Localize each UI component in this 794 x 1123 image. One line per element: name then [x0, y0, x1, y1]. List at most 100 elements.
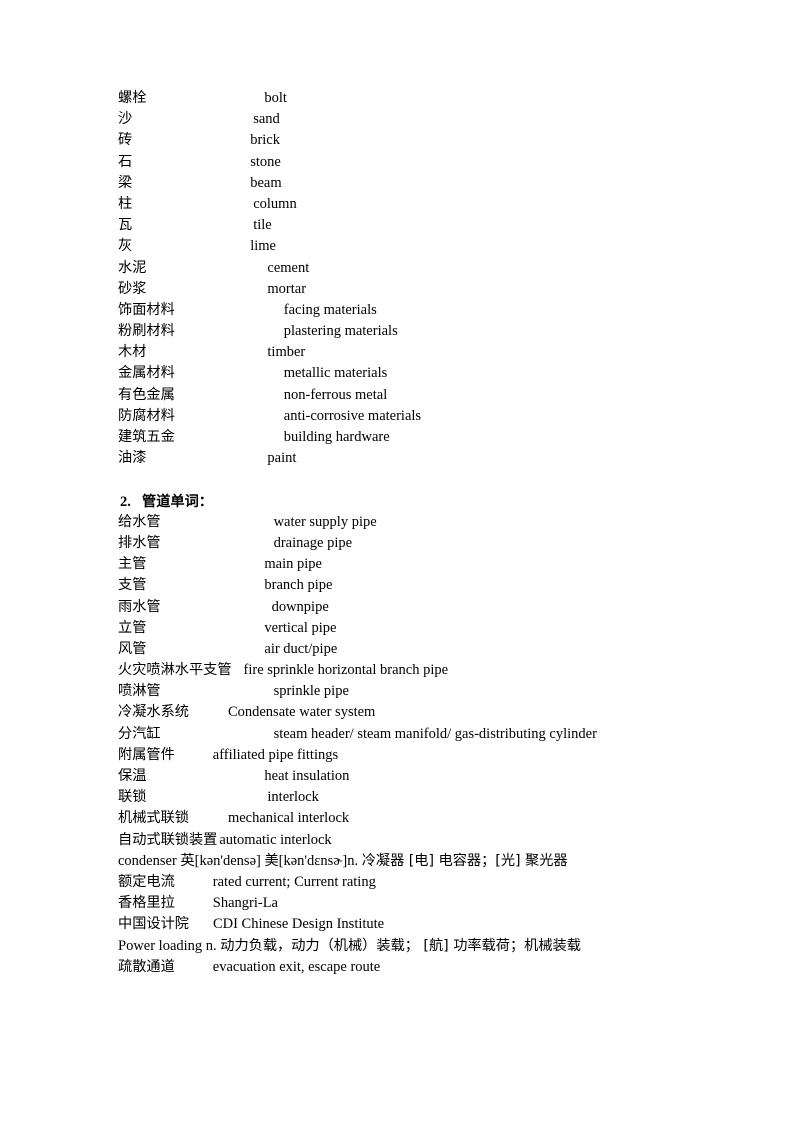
glossary-row: 石 stone — [118, 152, 718, 173]
glossary-term-zh: 额定电流 — [118, 873, 175, 890]
glossary-row: 防腐材料 anti-corrosive materials — [118, 406, 718, 427]
full-line-part: 美 — [264, 852, 279, 869]
glossary-term-en: sprinkle pipe — [273, 683, 349, 700]
glossary-row: 金属材料 metallic materials — [118, 363, 718, 384]
glossary-row: 附属管件 affiliated pipe fittings — [118, 745, 718, 766]
glossary-term-en: tile — [253, 217, 272, 234]
glossary-term-zh: 雨水管 — [118, 598, 161, 615]
glossary-term-zh: 支管 — [118, 577, 147, 594]
glossary-term-zh: 保温 — [118, 768, 147, 784]
glossary-term-zh: 砖 — [118, 132, 133, 149]
glossary-term-en: water supply pipe — [273, 513, 377, 530]
glossary-term-zh: 柱 — [118, 195, 133, 212]
tail-entries-block: 额定电流 rated current; Current rating 香格里拉 Sha… — [118, 872, 718, 936]
glossary-term-zh: 粉刷材料 — [118, 323, 175, 340]
glossary-term-zh: 冷凝水系统 — [118, 704, 189, 721]
glossary-row: 木材 timber — [118, 342, 718, 363]
glossary-term-zh: 香格里拉 — [118, 895, 175, 912]
glossary-term-zh: 有色金属 — [118, 386, 175, 403]
glossary-row: 风管 air duct/pipe — [118, 639, 718, 660]
glossary-row: 螺栓 bolt — [118, 88, 718, 109]
glossary-term-zh: 分汽缸 — [118, 725, 161, 742]
glossary-row: 喷淋管 sprinkle pipe — [118, 681, 718, 702]
glossary-row: 主管 main pipe — [118, 554, 718, 575]
glossary-term-zh: 油漆 — [118, 450, 147, 467]
section-pipes: 给水管 water supply pipe 排水管 drainage pipe 主管 ma… — [118, 512, 718, 851]
power-loading-line: Power loading n. 动力负载，动力（机械）装载； [航] 功率载荷… — [118, 936, 718, 957]
glossary-row: 梁 beam — [118, 173, 718, 194]
section-heading-pipes: 2. 管道单词： — [118, 491, 718, 512]
glossary-row: 疏散通道 evacuation exit, escape route — [118, 957, 718, 978]
glossary-row: 排水管 drainage pipe — [118, 533, 718, 554]
glossary-term-zh: 沙 — [118, 111, 133, 128]
glossary-term-en: column — [253, 195, 297, 212]
glossary-term-zh: 砂浆 — [118, 280, 147, 297]
glossary-term-zh: 饰面材料 — [118, 301, 175, 318]
full-line-part: 动力负载，动力（机械）装载； [航] 功率载荷；机械装载 — [220, 937, 581, 954]
glossary-row: 沙 sand — [118, 109, 718, 130]
glossary-term-en: automatic interlock — [219, 831, 332, 848]
glossary-term-zh: 自动式联锁装置 — [118, 831, 218, 848]
glossary-row: 支管 branch pipe — [118, 575, 718, 596]
glossary-term-zh: 风管 — [118, 640, 147, 657]
glossary-term-zh: 机械式联锁 — [118, 810, 189, 827]
glossary-term-en: bolt — [264, 90, 287, 106]
full-line-part: 冷凝器 [电] 电容器；[光] 聚光器 — [361, 852, 568, 869]
glossary-term-en: affiliated pipe fittings — [212, 746, 339, 763]
glossary-row: 灰 lime — [118, 236, 718, 257]
glossary-row: 瓦 tile — [118, 215, 718, 236]
glossary-row: 有色金属 non-ferrous metal — [118, 385, 718, 406]
glossary-row: 油漆 paint — [118, 448, 718, 469]
glossary-term-zh: 防腐材料 — [118, 407, 175, 424]
glossary-row: 香格里拉 Shangri-La — [118, 893, 718, 914]
glossary-term-zh: 梁 — [118, 174, 133, 191]
glossary-term-en: Shangri-La — [212, 895, 278, 912]
glossary-term-zh: 建筑五金 — [118, 429, 175, 445]
glossary-term-zh: 螺栓 — [118, 90, 147, 106]
glossary-term-zh: 中国设计院 — [118, 916, 189, 933]
glossary-term-en: heat insulation — [264, 768, 350, 784]
glossary-row: 冷凝水系统 Condensate water system — [118, 702, 718, 723]
section-number: 2. — [120, 493, 131, 510]
full-line-part: 英 — [180, 852, 195, 869]
glossary-row: 立管 vertical pipe — [118, 618, 718, 639]
glossary-row: 机械式联锁 mechanical interlock — [118, 808, 718, 829]
glossary-term-en: anti-corrosive materials — [283, 407, 422, 424]
glossary-row: 柱 column — [118, 194, 718, 215]
glossary-term-zh: 附属管件 — [118, 746, 175, 763]
glossary-term-zh: 给水管 — [118, 513, 161, 530]
glossary-term-zh: 瓦 — [118, 217, 133, 234]
glossary-row: 水泥 cement — [118, 258, 718, 279]
glossary-term-en: air duct/pipe — [264, 640, 338, 657]
glossary-term-en: downpipe — [271, 598, 329, 615]
glossary-term-en: facing materials — [283, 301, 377, 318]
glossary-row: 自动式联锁装置 automatic interlock — [118, 830, 718, 851]
glossary-row: 火灾喷淋水平支管 fire sprinkle horizontal branch … — [118, 660, 718, 681]
glossary-row: 给水管 water supply pipe — [118, 512, 718, 533]
glossary-term-zh: 木材 — [118, 344, 147, 361]
glossary-term-en: plastering materials — [283, 323, 398, 340]
glossary-row: 饰面材料 facing materials — [118, 300, 718, 321]
glossary-term-en: cement — [267, 259, 310, 276]
glossary-term-en: drainage pipe — [273, 534, 353, 551]
glossary-term-en: beam — [250, 174, 282, 191]
full-line-part: [kən'dɛnsɚ]n. — [278, 852, 362, 869]
glossary-term-en: branch pipe — [264, 577, 333, 594]
glossary-term-en: rated current; Current rating — [212, 873, 376, 890]
glossary-term-en: non-ferrous metal — [283, 386, 388, 403]
glossary-term-zh: 石 — [118, 153, 133, 170]
glossary-term-en: timber — [267, 344, 306, 361]
glossary-content: 螺栓 bolt 沙 sand 砖 brick 石 stone 梁 beam 柱 column 瓦 tile… — [118, 88, 718, 978]
glossary-term-zh: 主管 — [118, 556, 147, 573]
glossary-term-zh: 联锁 — [118, 789, 147, 806]
glossary-term-en: mortar — [267, 280, 307, 297]
section-title: 管道单词： — [142, 493, 213, 510]
glossary-row: 建筑五金 building hardware — [118, 427, 718, 448]
glossary-term-zh: 疏散通道 — [118, 958, 175, 975]
full-line-part: [kən'densə] — [194, 852, 265, 869]
glossary-row: 雨水管 downpipe — [118, 597, 718, 618]
glossary-term-en: mechanical interlock — [227, 810, 350, 827]
glossary-term-en: Condensate water system — [227, 704, 376, 721]
full-line-part: condenser — [118, 852, 181, 869]
